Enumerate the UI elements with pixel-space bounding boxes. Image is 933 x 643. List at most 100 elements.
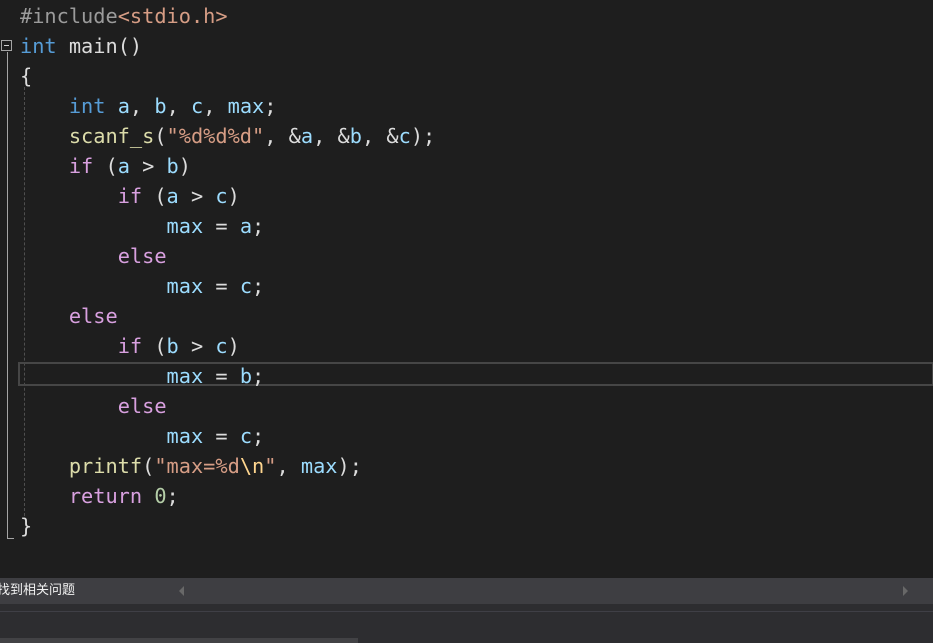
identifier: max <box>166 214 204 238</box>
paren: ) <box>227 184 240 208</box>
identifier: max <box>300 454 338 478</box>
identifier: b <box>349 124 362 148</box>
paren: ( <box>142 184 167 208</box>
output-panel <box>0 604 933 643</box>
identifier: a <box>166 184 179 208</box>
operator: > <box>129 154 167 178</box>
identifier: c <box>190 94 204 118</box>
keyword: else <box>117 394 167 418</box>
identifier: max <box>166 364 204 388</box>
divider <box>0 611 933 612</box>
code-line-10[interactable]: max = c; <box>20 271 265 301</box>
terminator: ); <box>337 454 362 478</box>
code-line-6[interactable]: if (a > b) <box>20 151 191 181</box>
include-header: <stdio.h> <box>117 4 228 28</box>
separator: , <box>203 94 228 118</box>
paren: ( <box>142 454 155 478</box>
code-line-16[interactable]: printf("max=%d\n", max); <box>20 451 362 481</box>
keyword: else <box>68 304 118 328</box>
code-line-7[interactable]: if (a > c) <box>20 181 240 211</box>
terminator: ; <box>252 364 265 388</box>
function-name: scanf_s <box>68 124 155 148</box>
outline-line <box>7 52 8 539</box>
identifier: b <box>166 154 179 178</box>
format-string: "%d%d%d" <box>166 124 265 148</box>
code-line-3[interactable]: { <box>20 61 32 91</box>
paren: ( <box>93 154 118 178</box>
keyword: if <box>68 154 94 178</box>
keyword: return <box>68 484 143 508</box>
separator: , <box>276 454 301 478</box>
paren: ) <box>178 154 191 178</box>
scroll-left-arrow-icon[interactable] <box>179 586 184 596</box>
code-line-5[interactable]: scanf_s("%d%d%d", &a, &b, &c); <box>20 121 435 151</box>
keyword: int <box>20 34 57 58</box>
keyword: if <box>117 334 143 358</box>
close-brace: } <box>20 514 33 538</box>
terminator: ; <box>264 94 277 118</box>
format-string: "max=%d <box>154 454 240 478</box>
horizontal-scrollbar[interactable] <box>0 638 358 643</box>
separator: , & <box>313 124 350 148</box>
terminator: ; <box>252 274 265 298</box>
code-line-15[interactable]: max = c; <box>20 421 265 451</box>
identifier: a <box>117 154 130 178</box>
number-literal: 0 <box>154 484 167 508</box>
identifier: c <box>215 334 228 358</box>
format-string: " <box>264 454 277 478</box>
paren: ) <box>227 334 240 358</box>
identifier: c <box>239 274 253 298</box>
function-signature: main() <box>56 34 143 58</box>
code-line-2[interactable]: int main() <box>20 31 142 61</box>
terminator: ); <box>410 124 436 148</box>
terminator: ; <box>166 484 179 508</box>
terminator: ; <box>252 214 265 238</box>
code-line-1[interactable]: #include<stdio.h> <box>20 1 228 31</box>
issues-status[interactable]: 找到相关问题 <box>0 578 75 604</box>
code-line-13[interactable]: max = b; <box>20 361 265 391</box>
identifier: a <box>117 94 130 118</box>
keyword: if <box>117 184 143 208</box>
code-line-4[interactable]: int a, b, c, max; <box>20 91 277 121</box>
operator: = <box>203 274 240 298</box>
identifier: c <box>398 124 411 148</box>
preprocessor-directive: #include <box>20 4 118 28</box>
code-line-18[interactable]: } <box>20 511 32 541</box>
collapse-minus-icon[interactable] <box>1 40 12 51</box>
separator: , <box>129 94 155 118</box>
identifier: max <box>227 94 265 118</box>
identifier: b <box>239 364 253 388</box>
code-line-11[interactable]: else <box>20 301 118 331</box>
separator: , <box>166 94 191 118</box>
identifier: c <box>215 184 228 208</box>
paren: ( <box>154 124 167 148</box>
paren: ( <box>142 334 167 358</box>
outline-end <box>7 538 14 539</box>
operator: > <box>178 334 216 358</box>
code-line-17[interactable]: return 0; <box>20 481 179 511</box>
escape-sequence: \n <box>239 454 265 478</box>
code-line-9[interactable]: else <box>20 241 167 271</box>
operator: = <box>203 424 240 448</box>
editor-status-bar: 找到相关问题 <box>0 578 933 604</box>
code-line-14[interactable]: else <box>20 391 167 421</box>
terminator: ; <box>252 424 265 448</box>
operator: > <box>178 184 216 208</box>
operator: = <box>203 364 240 388</box>
identifier: max <box>166 274 204 298</box>
open-brace: { <box>20 64 33 88</box>
code-line-8[interactable]: max = a; <box>20 211 265 241</box>
separator: , & <box>264 124 301 148</box>
scroll-right-arrow-icon[interactable] <box>903 586 908 596</box>
code-editor[interactable]: #include<stdio.h> int main() { int a, b,… <box>0 0 933 578</box>
function-name: printf <box>68 454 143 478</box>
identifier: b <box>166 334 179 358</box>
keyword: else <box>117 244 167 268</box>
identifier: a <box>300 124 314 148</box>
keyword: int <box>68 94 106 118</box>
operator: = <box>203 214 240 238</box>
code-line-12[interactable]: if (b > c) <box>20 331 240 361</box>
identifier: c <box>239 424 253 448</box>
separator: , & <box>361 124 399 148</box>
